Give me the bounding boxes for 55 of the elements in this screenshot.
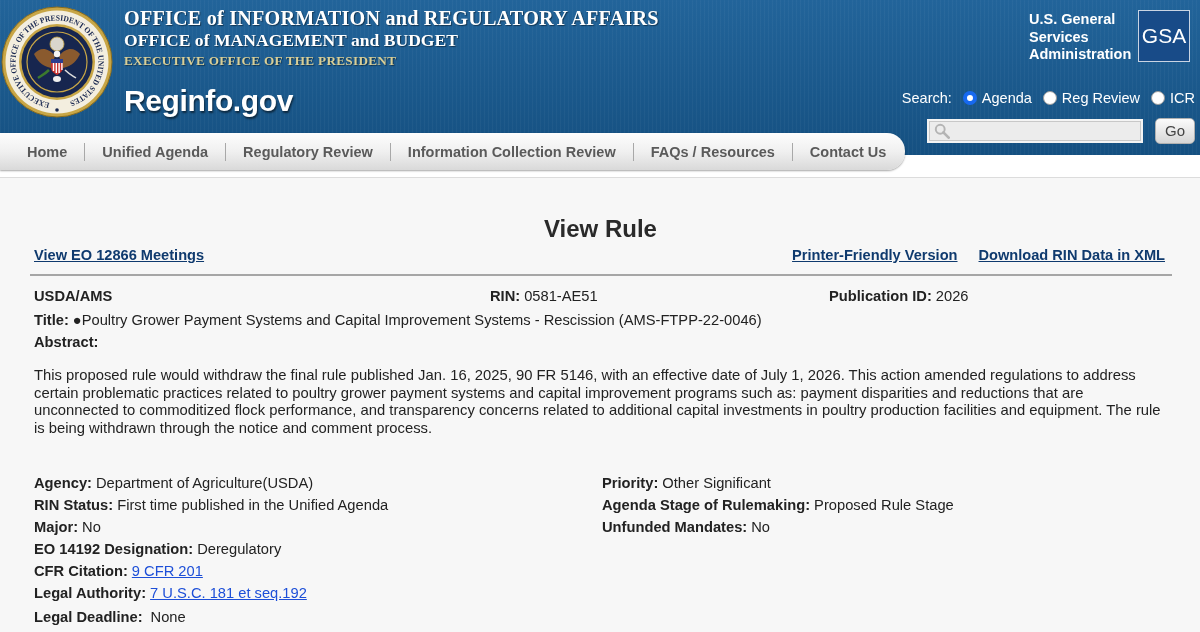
field-label: Agenda Stage of Rulemaking:	[602, 497, 811, 513]
radio-icon[interactable]	[962, 90, 977, 105]
abstract-text: This proposed rule would withdraw the final rule published Jan. 16, 2025, 90 FR 5146, with an effective date of July 1, 2026. This action amended regulations to address certain problematic practices related to poultry grower payment systems and capital improvement programs such as: payment disparities and reductions that are unconnected to commoditized flock performance, and transparency concerns related to additional capital investments in poultry production facilities and equipment. The rule is being withdrawn through the notice and comment process.	[34, 367, 1162, 437]
field-value: 2026	[935, 288, 969, 304]
field-label: Legal Deadline:	[34, 609, 143, 625]
field-label: CFR Citation:	[34, 563, 128, 579]
radio-icon[interactable]	[1042, 90, 1057, 105]
field-value: Proposed Rule Stage	[814, 497, 954, 513]
nav-link[interactable]: FAQs / Resources	[632, 142, 792, 161]
page-link[interactable]: View EO 12866 Meetings	[34, 247, 205, 263]
search-field[interactable]	[927, 118, 1143, 143]
field-label: Title:	[34, 312, 69, 328]
nav-link[interactable]: Information Collection Review	[389, 142, 633, 161]
nav-link[interactable]: Regulatory Review	[225, 142, 390, 161]
field-label: Abstract:	[34, 334, 99, 350]
field-value: No	[82, 519, 101, 535]
search-type-option[interactable]: ICR	[1151, 88, 1195, 107]
field-value: No	[751, 519, 771, 535]
search-icon	[934, 122, 950, 139]
radio-icon[interactable]	[1151, 90, 1165, 105]
executive-office-subtitle: EXECUTIVE OFFICE OF THE PRESIDENT	[124, 52, 397, 70]
gsa-logo[interactable]: GSA	[1138, 10, 1190, 62]
field-label: RIN:	[490, 288, 521, 304]
page-link[interactable]: Download RIN Data in XML	[978, 246, 1165, 264]
gsa-name: U.S. General Services Administration	[1029, 11, 1133, 64]
field-value: First time published in the Unified Agenda	[117, 497, 389, 513]
search-label: Search:	[901, 88, 952, 107]
field-label: Legal Authority:	[34, 585, 147, 601]
office-title: OFFICE of INFORMATION and REGULATORY AFFAIRS	[124, 7, 659, 30]
field-label: Unfunded Mandates:	[602, 519, 748, 535]
rule-title: ●Poultry Grower Payment Systems and Capital Improvement Systems - Rescission (AMS-FTPP-22-0046)	[72, 312, 762, 328]
field-value: Deregulatory	[197, 541, 282, 557]
field-label: Agency:	[34, 475, 92, 491]
agency-code: USDA/AMS	[34, 287, 114, 306]
field-value: None	[150, 609, 186, 625]
field-value: Other Significant	[662, 475, 771, 491]
field-label: Major:	[34, 519, 79, 535]
field-label: Priority:	[602, 475, 659, 491]
nav-link[interactable]: Home	[0, 142, 85, 161]
office-subtitle: OFFICE of MANAGEMENT and BUDGET	[124, 30, 458, 50]
site-name-link[interactable]: Reginfo.gov	[124, 83, 293, 119]
field-link[interactable]: 9 CFR 201	[131, 563, 203, 579]
nav-link[interactable]: Contact Us	[791, 142, 904, 161]
field-label: RIN Status:	[34, 497, 114, 513]
search-type-option[interactable]: Reg Review	[1042, 88, 1140, 107]
page-heading: View Rule	[543, 215, 658, 243]
field-label: EO 14192 Designation:	[34, 541, 194, 557]
search-type-option[interactable]: Agenda	[962, 88, 1032, 107]
field-value: 0581-AE51	[524, 288, 598, 304]
page-link[interactable]: Printer-Friendly Version	[792, 246, 958, 264]
field-link[interactable]: 7 U.S.C. 181 et seq.192	[150, 585, 307, 601]
go-button[interactable]: Go	[1155, 117, 1195, 144]
field-value: Department of Agriculture(USDA)	[95, 475, 314, 491]
field-label: Publication ID:	[829, 288, 932, 304]
nav-link[interactable]: Unified Agenda	[84, 142, 226, 161]
